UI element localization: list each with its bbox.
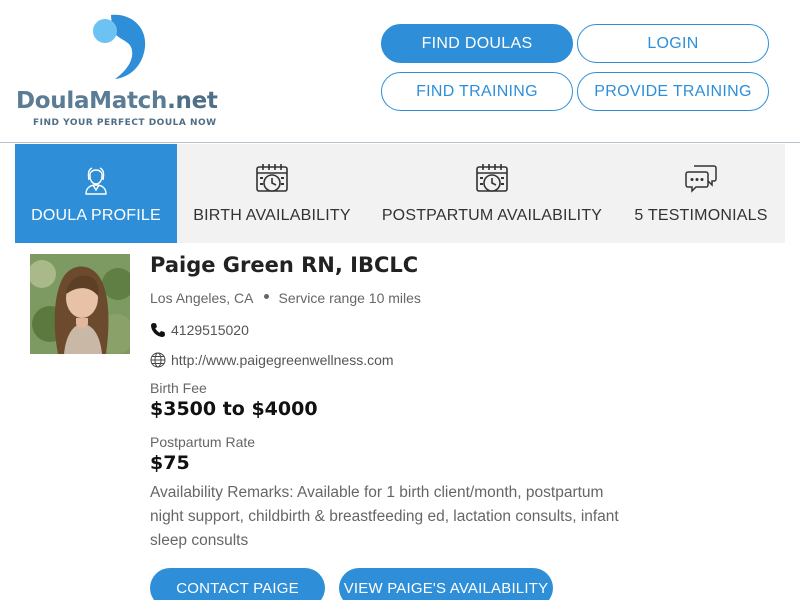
- availability-remarks: Availability Remarks: Available for 1 bi…: [150, 484, 619, 549]
- chat-bubbles-icon: [685, 165, 717, 193]
- location-text: Los Angeles, CA: [150, 290, 254, 306]
- contact-button[interactable]: CONTACT PAIGE: [150, 568, 325, 600]
- tab-label: BIRTH AVAILABILITY: [193, 207, 351, 224]
- logo-tld: .net: [167, 88, 218, 114]
- postpartum-rate-value: $75: [150, 452, 190, 474]
- logo-name: DoulaMatch: [16, 88, 168, 114]
- site-logo[interactable]: DoulaMatch.net FIND YOUR PERFECT DOULA N…: [16, 10, 221, 135]
- provide-training-button[interactable]: PROVIDE TRAINING: [577, 72, 769, 111]
- tab-label: DOULA PROFILE: [31, 207, 161, 224]
- tab-doula-profile[interactable]: DOULA PROFILE: [15, 144, 177, 243]
- tab-label: POSTPARTUM AVAILABILITY: [381, 207, 603, 224]
- site-header: DoulaMatch.net FIND YOUR PERFECT DOULA N…: [0, 0, 800, 143]
- phone-icon: [151, 323, 165, 337]
- postpartum-rate-label: Postpartum Rate: [150, 434, 256, 450]
- logo-mark-icon: [93, 14, 146, 80]
- website-link[interactable]: http://www.paigegreenwellness.com: [171, 352, 394, 368]
- find-doulas-button[interactable]: FIND DOULAS: [381, 24, 573, 63]
- website-row[interactable]: http://www.paigegreenwellness.com: [150, 352, 394, 368]
- doula-photo: [30, 254, 130, 354]
- doula-photo-image: [30, 254, 130, 354]
- service-range-text: Service range 10 miles: [278, 290, 421, 306]
- doula-name: Paige Green RN, IBCLC: [150, 253, 419, 277]
- birth-fee-value: $3500 to $4000: [150, 398, 318, 420]
- logo-tagline: FIND YOUR PERFECT DOULA NOW: [33, 118, 217, 128]
- birth-fee-label: Birth Fee: [150, 380, 207, 396]
- tab-label: 5 TESTIMONIALS: [634, 207, 768, 224]
- view-availability-button[interactable]: VIEW PAIGE'S AVAILABILITY: [339, 568, 553, 600]
- calendar-clock-icon: [256, 164, 288, 192]
- phone-row[interactable]: 4129515020: [150, 322, 249, 338]
- login-button[interactable]: LOGIN: [577, 24, 769, 63]
- find-training-button[interactable]: FIND TRAINING: [381, 72, 573, 111]
- location-row: Los Angeles, CA Service range 10 miles: [150, 290, 421, 306]
- tab-testimonials[interactable]: 5 TESTIMONIALS: [617, 144, 785, 243]
- phone-number[interactable]: 4129515020: [171, 322, 249, 338]
- logo-wordmark: DoulaMatch.net: [16, 88, 218, 114]
- tab-birth-availability[interactable]: BIRTH AVAILABILITY: [177, 144, 367, 243]
- separator-dot: [263, 293, 269, 299]
- doula-person-icon: [85, 167, 107, 195]
- tab-postpartum-availability[interactable]: POSTPARTUM AVAILABILITY: [367, 144, 617, 243]
- profile-tabs: DOULA PROFILE BIRTH AVAILABILITY POSTPAR…: [15, 144, 785, 243]
- globe-icon: [150, 352, 166, 368]
- calendar-clock-icon: [476, 164, 508, 192]
